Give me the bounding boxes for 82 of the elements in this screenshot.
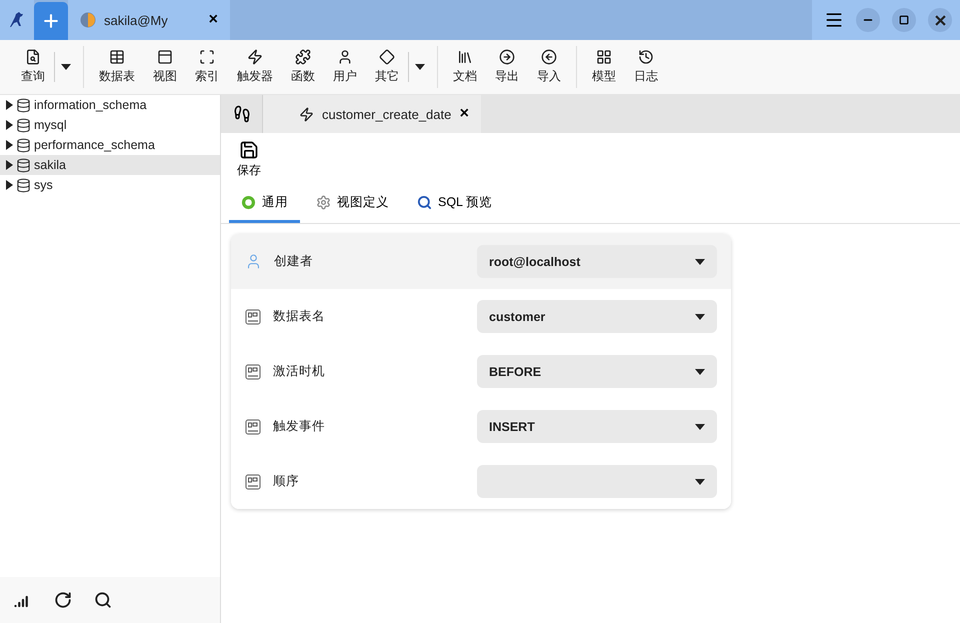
toolbar-button[interactable]: 查询 (12, 49, 54, 85)
file-search-icon (25, 49, 41, 65)
lightning-icon (247, 49, 263, 65)
field-icon (245, 474, 261, 490)
field-label: 创建者 (274, 253, 314, 270)
connection-icon (80, 12, 96, 28)
toolbar-button[interactable]: 函数 (282, 49, 324, 85)
window-tab-title[interactable]: sakila@My (104, 12, 201, 28)
dropdown-select[interactable]: BEFORE (477, 355, 717, 388)
refresh-icon[interactable] (54, 591, 72, 609)
close-icon (934, 14, 946, 26)
search-icon (417, 195, 432, 210)
database-tree-item[interactable]: information_schema (0, 95, 220, 115)
database-tree-item[interactable]: sakila (0, 155, 220, 175)
gear-icon (316, 195, 331, 210)
toolbar-button[interactable]: 视图 (144, 49, 186, 85)
database-icon (16, 118, 31, 132)
form-row[interactable]: 创建者 root@localhost (231, 234, 731, 289)
footprints-icon (232, 105, 250, 123)
field-icon (245, 308, 261, 324)
tab[interactable]: 通用 (229, 185, 300, 223)
dropdown-select[interactable]: root@localhost (477, 245, 717, 278)
table-icon (109, 49, 125, 65)
form-row[interactable]: 触发事件 INSERT (231, 399, 731, 454)
maximize-button[interactable] (892, 8, 916, 32)
dropdown-select[interactable]: INSERT (477, 410, 717, 443)
database-tree-item[interactable]: mysql (0, 115, 220, 135)
diamond-icon (379, 49, 395, 65)
scan-icon (199, 49, 215, 65)
minimize-button[interactable] (856, 8, 880, 32)
expand-arrow-icon[interactable] (6, 160, 13, 170)
circle-icon (241, 195, 256, 210)
field-label: 数据表名 (273, 308, 326, 325)
plus-icon (41, 11, 61, 31)
history-icon (638, 49, 654, 65)
close-tab-button[interactable]: × (460, 105, 469, 123)
arrow-circle-right-icon (499, 49, 515, 65)
maximize-icon (899, 15, 909, 25)
save-button[interactable]: 保存 (233, 140, 265, 178)
close-tab-button[interactable]: × (208, 11, 218, 29)
tab[interactable]: SQL 预览 (405, 185, 504, 223)
expand-arrow-icon[interactable] (6, 180, 13, 190)
database-icon (16, 138, 31, 152)
field-label: 激活时机 (273, 363, 326, 380)
toolbar-button[interactable]: 触发器 (228, 49, 282, 85)
dropdown-select[interactable]: customer (477, 300, 717, 333)
field-label: 触发事件 (273, 418, 326, 435)
field-icon (245, 364, 261, 380)
books-icon (457, 49, 473, 65)
database-icon (16, 158, 31, 172)
grid-icon (596, 49, 612, 65)
arrow-circle-left-icon (541, 49, 557, 65)
form-row[interactable]: 数据表名 customer (231, 289, 731, 344)
panel-icon (157, 49, 173, 65)
toolbar-button[interactable]: 其它 (366, 49, 408, 85)
toolbar-button[interactable]: 索引 (186, 49, 228, 85)
toolbar-button[interactable]: 数据表 (90, 49, 144, 85)
new-tab-button[interactable] (34, 2, 68, 40)
toolbar-button[interactable]: 文档 (444, 49, 486, 85)
form-row[interactable]: 顺序 (231, 454, 731, 509)
close-button[interactable] (928, 8, 952, 32)
expand-arrow-icon[interactable] (6, 100, 13, 110)
search-icon[interactable] (94, 591, 112, 609)
toolbar-button[interactable]: 导入 (528, 49, 570, 85)
field-label: 顺序 (273, 473, 300, 490)
form-row[interactable]: 激活时机 BEFORE (231, 344, 731, 399)
database-icon (16, 178, 31, 192)
lightning-icon (299, 106, 314, 122)
toolbar-button[interactable]: 日志 (625, 49, 667, 85)
toolbar-button[interactable]: 导出 (486, 49, 528, 85)
kangaroo-logo-icon (9, 11, 25, 29)
toolbar-button[interactable]: 用户 (324, 49, 366, 85)
user-icon (337, 49, 353, 65)
user-icon (245, 253, 262, 270)
database-tree-item[interactable]: sys (0, 175, 220, 195)
toolbar-button[interactable]: 模型 (583, 49, 625, 85)
database-icon (16, 98, 31, 112)
editor-tab-title[interactable]: customer_create_date (322, 106, 452, 122)
expand-arrow-icon[interactable] (6, 120, 13, 130)
field-icon (245, 418, 261, 434)
tab[interactable]: 视图定义 (304, 185, 401, 223)
puzzle-icon (295, 49, 311, 65)
